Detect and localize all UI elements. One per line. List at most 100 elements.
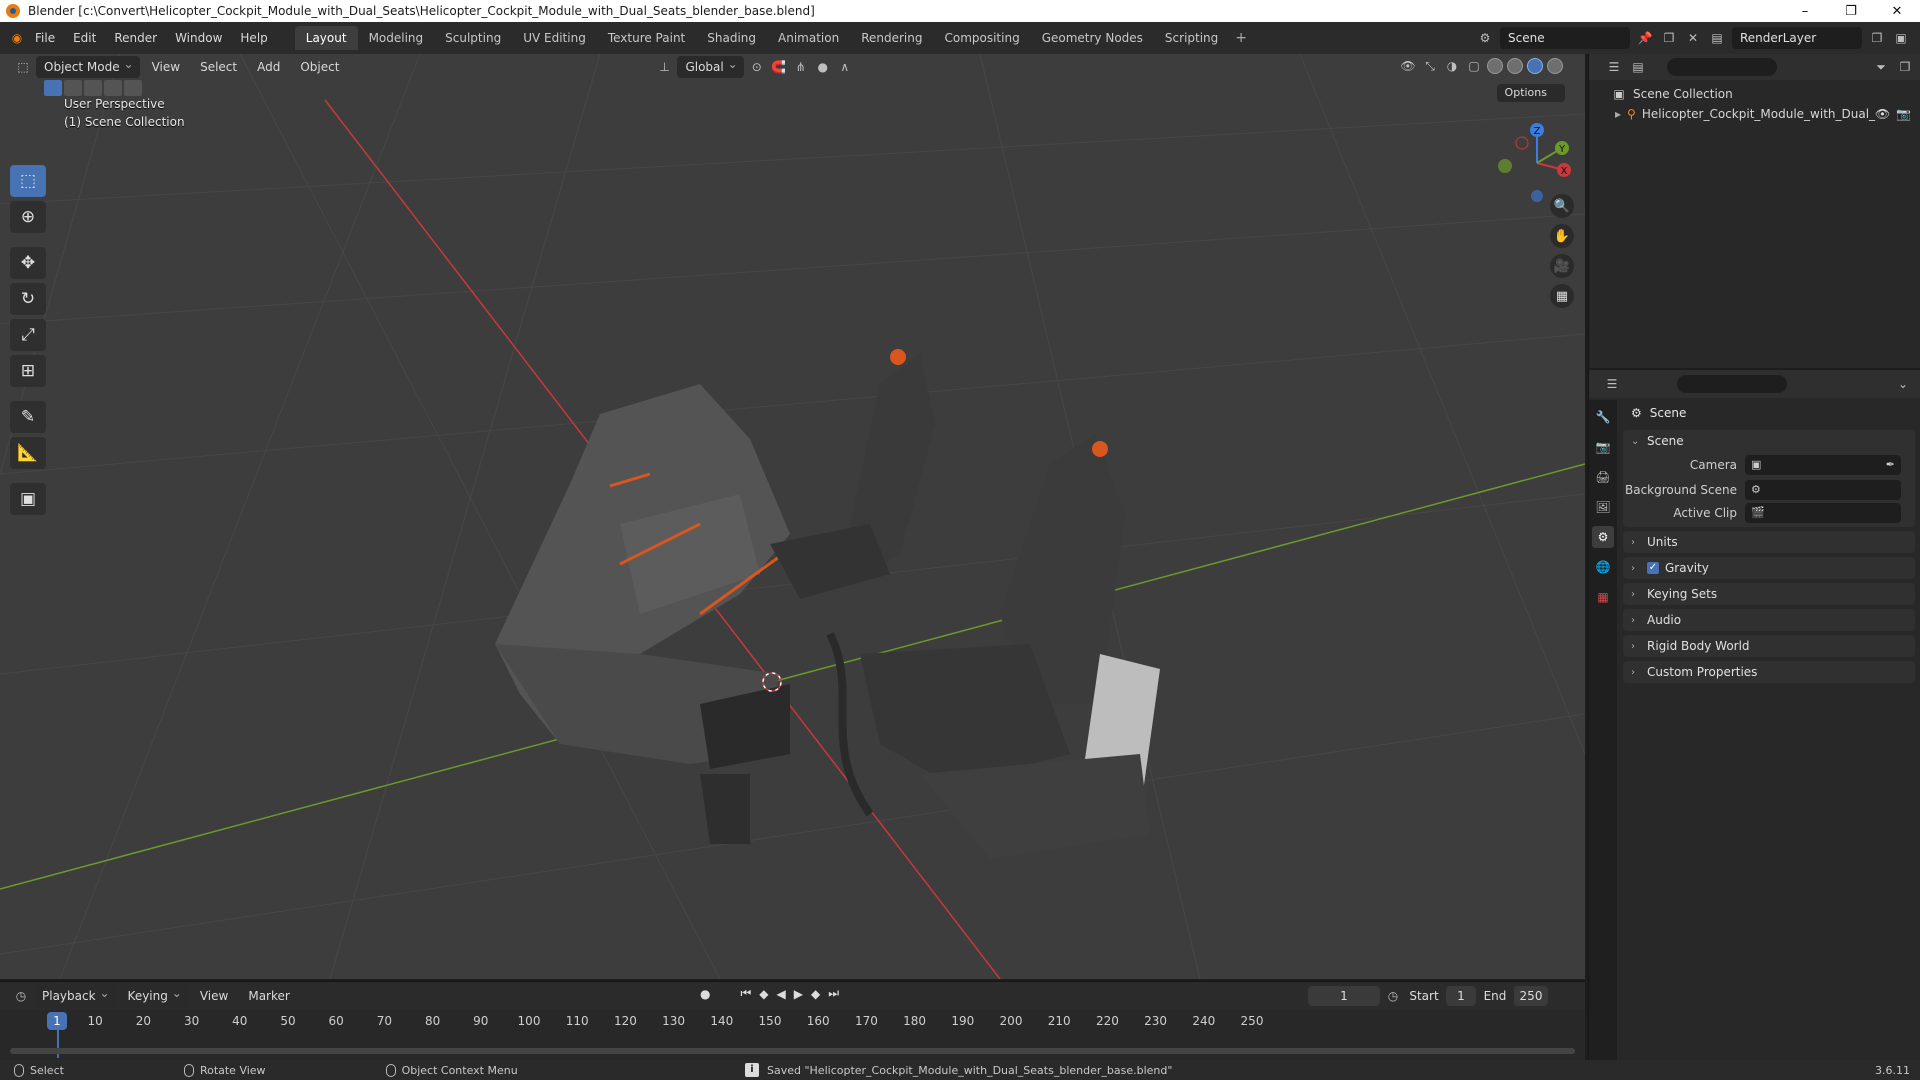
view-layer-field[interactable]: RenderLayer (1732, 27, 1862, 49)
material-preview-shading-icon[interactable] (1527, 58, 1543, 74)
menu-help[interactable]: Help (231, 27, 276, 49)
xray-icon[interactable]: ▢ (1465, 57, 1483, 75)
tab-rendering[interactable]: Rendering (850, 26, 933, 50)
select-box-tool-icon[interactable]: ⬚ (10, 165, 46, 197)
tool-tab-icon[interactable]: 🔧 (1592, 406, 1614, 428)
outliner-editor-type-icon[interactable]: ☰ (1605, 58, 1623, 76)
outliner-row-scene-collection[interactable]: ▣ Scene Collection (1589, 84, 1920, 104)
pivot-icon[interactable]: ⊙ (748, 58, 766, 76)
tab-sculpting[interactable]: Sculpting (434, 26, 512, 50)
rotate-tool-icon[interactable]: ↻ (10, 283, 46, 315)
falloff-icon[interactable]: ∧ (836, 58, 854, 76)
background-scene-field[interactable]: ⚙ (1745, 479, 1901, 500)
timeline-editor-type-icon[interactable]: ◷ (12, 987, 30, 1005)
perspective-toggle-icon[interactable]: ▦ (1550, 284, 1574, 308)
solid-shading-icon[interactable] (1507, 58, 1523, 74)
scene-name-field[interactable]: Scene (1500, 27, 1630, 49)
gizmo-neg-z-axis[interactable] (1531, 190, 1543, 202)
overlay-toggle-icon[interactable]: ◑ (1443, 57, 1461, 75)
helicopter-cockpit-model[interactable] (495, 349, 1160, 859)
tab-shading[interactable]: Shading (696, 26, 767, 50)
menu-file[interactable]: File (26, 27, 64, 49)
jump-keyframe-forward-icon[interactable]: ◆ (811, 987, 820, 1001)
output-tab-icon[interactable]: 🖨 (1592, 466, 1614, 488)
audio-panel[interactable]: › Audio (1623, 609, 1915, 631)
editor-type-icon[interactable]: ⬚ (14, 58, 32, 76)
keying-menu[interactable]: Keying (119, 982, 188, 1007)
pan-hand-icon[interactable]: ✋ (1550, 224, 1574, 248)
texture-tab-icon[interactable]: ▦ (1592, 586, 1614, 608)
menu-select[interactable]: Select (192, 56, 245, 78)
scene-panel-header[interactable]: ⌄ Scene (1623, 430, 1915, 452)
scene-icon[interactable]: ⚙ (1476, 29, 1494, 47)
rendered-shading-icon[interactable] (1547, 58, 1563, 74)
outliner-row-cockpit-object[interactable]: ▸ ⚲ Helicopter_Cockpit_Module_with_Dual_… (1589, 104, 1920, 124)
add-workspace-button[interactable]: + (1229, 30, 1253, 46)
object-mode-dropdown[interactable]: Object Mode (36, 54, 140, 78)
jump-end-icon[interactable]: ⏭ (828, 986, 839, 1001)
play-icon[interactable]: ▶ (794, 987, 803, 1001)
snap-icon[interactable]: 🧲 (770, 58, 788, 76)
pin-icon[interactable]: 📌 (1636, 29, 1654, 47)
close-button[interactable]: ✕ (1874, 0, 1920, 22)
filter-icon[interactable]: ⏷ (1872, 58, 1890, 76)
tab-uv-editing[interactable]: UV Editing (512, 26, 597, 50)
blender-menu-icon[interactable]: ◉ (8, 29, 26, 47)
tab-animation[interactable]: Animation (767, 26, 850, 50)
menu-edit[interactable]: Edit (64, 27, 105, 49)
current-frame-field[interactable]: 1 (1308, 986, 1380, 1006)
select-intersect-icon[interactable] (124, 80, 142, 96)
delete-scene-icon[interactable]: ✕ (1684, 29, 1702, 47)
menu-render[interactable]: Render (105, 27, 166, 49)
view-layer-icon[interactable]: ▤ (1708, 29, 1726, 47)
visibility-icon[interactable]: 👁 (1399, 57, 1417, 75)
frame-ruler[interactable]: 10 20 30 40 50 60 70 80 90 100 110 120 130 140 150 160 1… (10, 1014, 1580, 1032)
units-panel[interactable]: › Units (1623, 531, 1915, 553)
tab-texture-paint[interactable]: Texture Paint (597, 26, 696, 50)
auto-keying-icon[interactable]: ● (700, 987, 710, 1001)
active-clip-field[interactable]: 🎬 (1745, 502, 1901, 523)
add-cube-tool-icon[interactable]: ▣ (10, 483, 46, 515)
new-scene-icon[interactable]: ❐ (1660, 29, 1678, 47)
3d-viewport[interactable]: ⬚ Object Mode View Select Add Object ⊥ G… (0, 54, 1585, 979)
new-view-layer-icon[interactable]: ❐ (1868, 29, 1886, 47)
menu-object[interactable]: Object (292, 56, 347, 78)
new-collection-icon[interactable]: ❐ (1896, 58, 1914, 76)
jump-keyframe-back-icon[interactable]: ◆ (759, 987, 768, 1001)
outliner-search-input[interactable] (1667, 58, 1777, 76)
options-dropdown[interactable]: Options (1496, 84, 1565, 102)
timeline-view-menu[interactable]: View (192, 985, 236, 1007)
annotate-tool-icon[interactable]: ✎ (10, 401, 46, 433)
snap-target-icon[interactable]: ⋔ (792, 58, 810, 76)
properties-editor-type-icon[interactable]: ☰ (1603, 375, 1621, 393)
camera-field[interactable]: ▣ ✒ (1745, 454, 1901, 475)
custom-properties-panel[interactable]: › Custom Properties (1623, 661, 1915, 683)
view-layer-tab-icon[interactable]: 🖼 (1592, 496, 1614, 518)
move-tool-icon[interactable]: ✥ (10, 247, 46, 279)
play-reverse-icon[interactable]: ◀ (777, 987, 786, 1001)
properties-options-icon[interactable]: ⌄ (1894, 375, 1912, 393)
tab-layout[interactable]: Layout (294, 26, 358, 50)
expand-arrow-icon[interactable]: ▸ (1615, 107, 1621, 121)
cursor-tool-icon[interactable]: ⊕ (10, 201, 46, 233)
start-frame-field[interactable]: 1 (1446, 986, 1476, 1006)
tab-modeling[interactable]: Modeling (358, 26, 435, 50)
select-difference-icon[interactable] (104, 80, 122, 96)
gizmo-toggle-icon[interactable]: ⤡ (1421, 57, 1439, 75)
measure-tool-icon[interactable]: 📐 (10, 437, 46, 469)
proportional-edit-icon[interactable]: ● (814, 58, 832, 76)
display-mode-icon[interactable]: ▤ (1629, 58, 1647, 76)
render-tab-icon[interactable]: 📷 (1592, 436, 1614, 458)
world-tab-icon[interactable]: 🌐 (1592, 556, 1614, 578)
gravity-checkbox[interactable]: ✓ (1647, 562, 1659, 574)
playhead[interactable]: 1 (47, 1012, 67, 1030)
minimize-button[interactable]: – (1782, 0, 1828, 22)
timeline-scrollbar[interactable] (10, 1048, 1575, 1054)
delete-view-layer-icon[interactable]: ▣ (1892, 29, 1910, 47)
select-subtract-icon[interactable] (84, 80, 102, 96)
gizmo-neg-x-axis[interactable] (1515, 136, 1529, 150)
gizmo-neg-y-axis[interactable] (1498, 159, 1512, 173)
render-camera-icon[interactable]: 📷 (1896, 107, 1911, 121)
transform-orientation-dropdown[interactable]: Global (677, 54, 744, 78)
gravity-panel[interactable]: › ✓ Gravity (1623, 557, 1915, 579)
